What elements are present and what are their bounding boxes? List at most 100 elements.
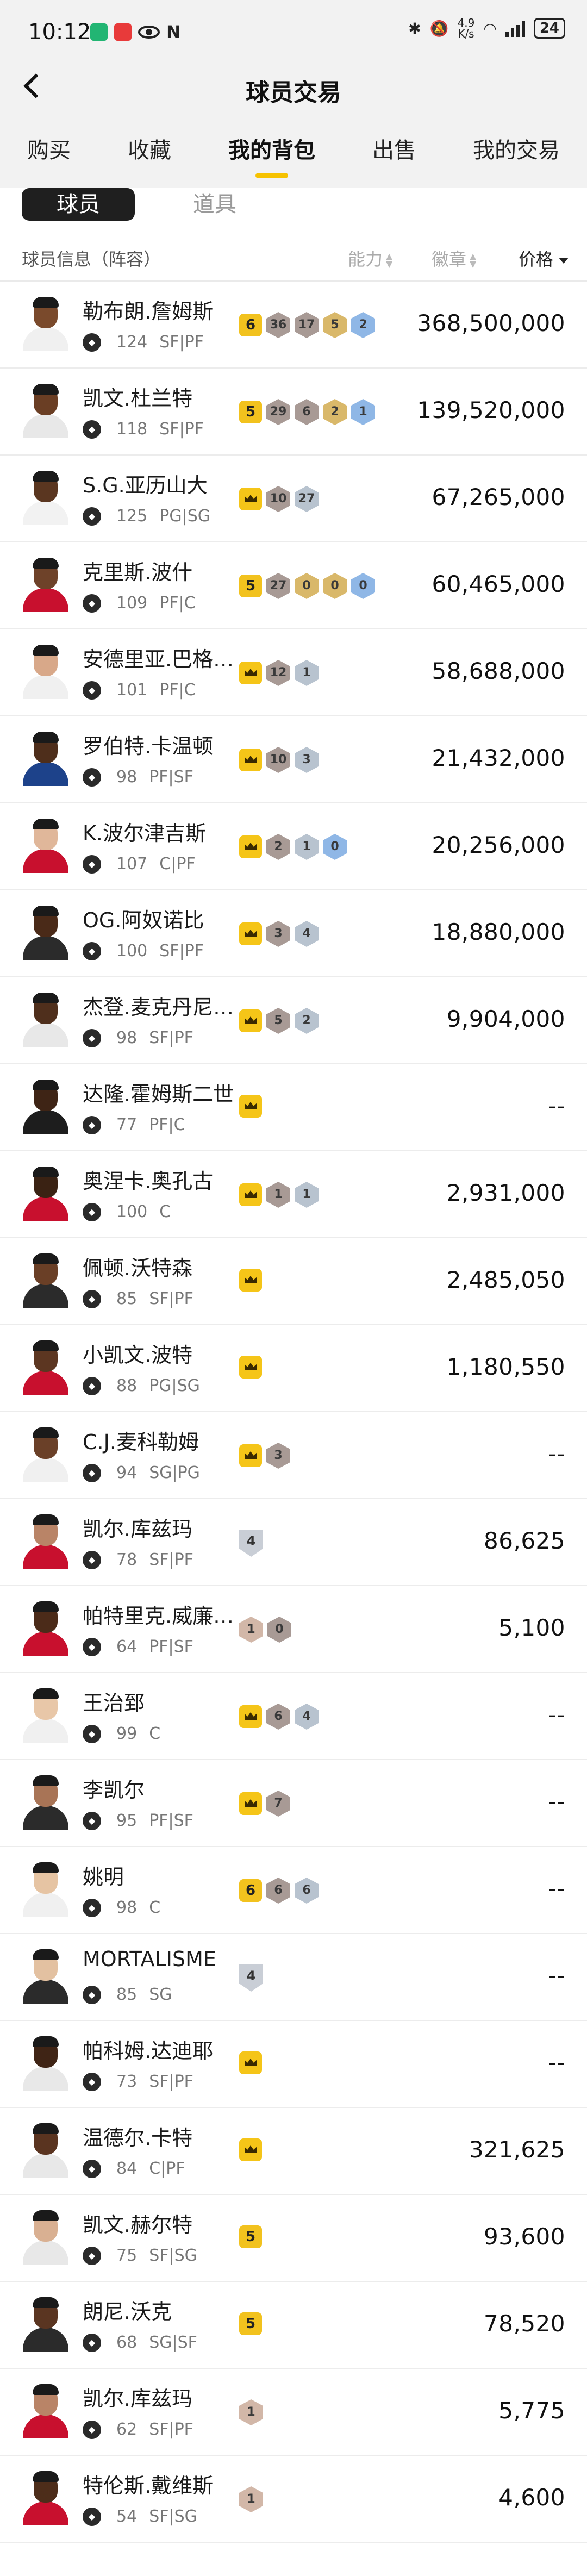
player-badges [239,1269,262,1292]
player-price: 2,931,000 [446,1180,565,1206]
player-row[interactable]: 安德里亚.巴格纳尼 ◆ 101 PF|C 121 58,688,000 [0,629,587,716]
player-avatar [23,2384,68,2438]
player-name: 凯尔.库兹玛 [83,2387,193,2411]
player-row[interactable]: 朗尼.沃克 ◆ 68 SG|SF 5 78,520 [0,2282,587,2369]
tab-my-trades[interactable]: 我的交易 [473,133,560,164]
player-row[interactable]: 奥涅卡.奥孔古 ◆ 100 C 1 1 2,931,000 [0,1151,587,1238]
avatar-hair [33,732,59,743]
player-meta: ◆ 77 PF|C [83,1115,185,1134]
top-area: 10:12 N ✱ 🔕 4.9 K/s ◠ 24 球员交易 购买 收藏 我的背包 [0,0,587,188]
player-row[interactable]: 杰登.麦克丹尼尔斯 ◆ 98 SF|PF 52 9,904,000 [0,977,587,1064]
team-logo-icon: ◆ [83,1289,101,1308]
player-price: -- [548,2049,565,2076]
player-row[interactable]: 李凯尔 ◆ 95 PF|SF 7 -- [0,1760,587,1847]
avatar-hair [33,1862,59,1873]
wifi-icon: ◠ [483,19,497,38]
player-position: C|PF [149,2159,185,2178]
player-row[interactable]: 达隆.霍姆斯二世 ◆ 77 PF|C -- [0,1064,587,1151]
tab-buy[interactable]: 购买 [27,133,71,164]
avatar-jersey [23,1458,68,1482]
player-row[interactable]: 温德尔.卡特 ◆ 84 C|PF 321,625 [0,2108,587,2195]
player-row[interactable]: 帕科姆.达迪耶 ◆ 73 SF|PF -- [0,2021,587,2108]
sort-arrows-icon: ▲ ▼ [386,251,393,269]
player-avatar [23,1688,68,1743]
player-row[interactable]: 佩顿.沃特森 ◆ 85 SF|PF 2,485,050 [0,1238,587,1325]
player-position: PF|SF [149,1637,193,1656]
player-price: 139,520,000 [417,397,565,423]
player-row[interactable]: 凯尔.库兹玛 ◆ 78 SF|PF 4 86,625 [0,1499,587,1586]
player-row[interactable]: 罗伯特.卡温顿 ◆ 98 PF|SF 10 3 21,432,000 [0,716,587,803]
avatar-hair [33,1167,59,1177]
team-logo-icon: ◆ [83,2507,101,2526]
player-row[interactable]: 克里斯.波什 ◆ 109 PF|C 5 27 0 0 0 60,465,000 [0,542,587,629]
crown-icon [239,1269,262,1292]
header-badge[interactable]: 徽章 ▲ ▼ [432,246,476,271]
level-badge: 5 [239,2312,262,2335]
player-price: -- [548,1440,565,1467]
team-logo-icon: ◆ [83,1028,101,1047]
avatar-hair [33,2123,59,2134]
tab-favorites[interactable]: 收藏 [128,133,171,164]
hex-badge-silver: 27 [295,486,319,512]
hex-badge-bronze: 1 [239,2399,263,2425]
avatar-hair [33,471,59,482]
app-notification-icon [90,23,108,41]
player-row[interactable]: S.G.亚历山大 ◆ 125 PG|SG 10 27 67,265,000 [0,456,587,542]
avatar-jersey [23,936,68,960]
team-logo-icon: ◆ [83,2333,101,2352]
avatar-hair [33,2210,59,2221]
crown-icon [239,488,262,510]
player-row[interactable]: 凯文.赫尔特 ◆ 75 SF|SG 5 93,600 [0,2195,587,2282]
header-ability[interactable]: 能力 ▲ ▼ [348,246,392,271]
player-badges: 1 [239,2399,263,2425]
player-price: -- [548,1788,565,1815]
player-rating: 85 [116,1985,138,2004]
subtab-players[interactable]: 球员 [22,188,135,221]
player-row[interactable]: 小凯文.波特 ◆ 88 PG|SG 1,180,550 [0,1325,587,1412]
player-name: OG.阿奴诺比 [83,908,204,932]
hex-badge-purple: 17 [295,312,319,338]
avatar-jersey [23,588,68,612]
status-app-icons: N [90,22,181,42]
player-price: -- [548,1093,565,1119]
subtab-items[interactable]: 道具 [174,188,255,221]
player-row[interactable]: MORTALISME ◆ 85 SG 4 -- [0,1934,587,2021]
header-price[interactable]: 价格 [519,246,569,271]
player-meta: ◆ 100 SF|PF [83,941,204,960]
player-row[interactable]: 帕特里克.威廉姆斯 ◆ 64 PF|SF 10 5,100 [0,1586,587,1673]
player-row[interactable]: K.波尔津吉斯 ◆ 107 C|PF 2 1 0 20,256,000 [0,803,587,890]
avatar-hair [33,2036,59,2047]
player-meta: ◆ 62 SF|PF [83,2420,193,2439]
player-badges: 666 [239,1878,319,1904]
player-price: -- [548,1962,565,1989]
tab-sell[interactable]: 出售 [372,133,416,164]
player-row[interactable]: OG.阿奴诺比 ◆ 100 SF|PF 3 4 18,880,000 [0,890,587,977]
player-position: PG|SG [149,1376,200,1395]
player-row[interactable]: 勒布朗.詹姆斯 ◆ 124 SF|PF 6 36 17 5 2 368,500,000 [0,282,587,369]
player-avatar [23,1080,68,1134]
hex-badge-silver: 1 [295,1182,319,1208]
player-rating: 101 [116,681,148,700]
player-price: -- [548,1701,565,1728]
tab-my-backpack[interactable]: 我的背包 [228,133,315,178]
player-row[interactable]: 王治郅 ◆ 99 C 6 4 -- [0,1673,587,1760]
hex-badge-purple: 10 [266,747,290,773]
hex-badge-purple: 0 [267,1617,291,1643]
player-row[interactable]: 凯文.杜兰特 ◆ 118 SF|PF 5 29 6 2 1 139,520,000 [0,369,587,456]
player-avatar [23,1167,68,1221]
avatar-hair [33,2384,59,2395]
player-rating: 124 [116,333,148,352]
player-row[interactable]: C.J.麦科勒姆 ◆ 94 SG|PG 3 -- [0,1412,587,1499]
player-row[interactable]: 姚明 ◆ 98 C 6 6 6 -- [0,1847,587,1934]
player-price: 368,500,000 [417,310,565,336]
player-row[interactable]: 凯尔.库兹玛 ◆ 62 SF|PF 1 5,775 [0,2369,587,2456]
player-row[interactable]: 特伦斯.戴维斯 ◆ 54 SF|SG 1 4,600 [0,2456,587,2543]
player-position: C [159,1202,171,1221]
player-avatar [23,906,68,960]
avatar-jersey [23,2241,68,2265]
crown-icon [239,2138,262,2161]
player-position: C [149,1898,161,1917]
player-badges: 6 36 17 5 2 [239,312,375,338]
player-meta: ◆ 118 SF|PF [83,420,204,439]
team-logo-icon: ◆ [83,1202,101,1221]
